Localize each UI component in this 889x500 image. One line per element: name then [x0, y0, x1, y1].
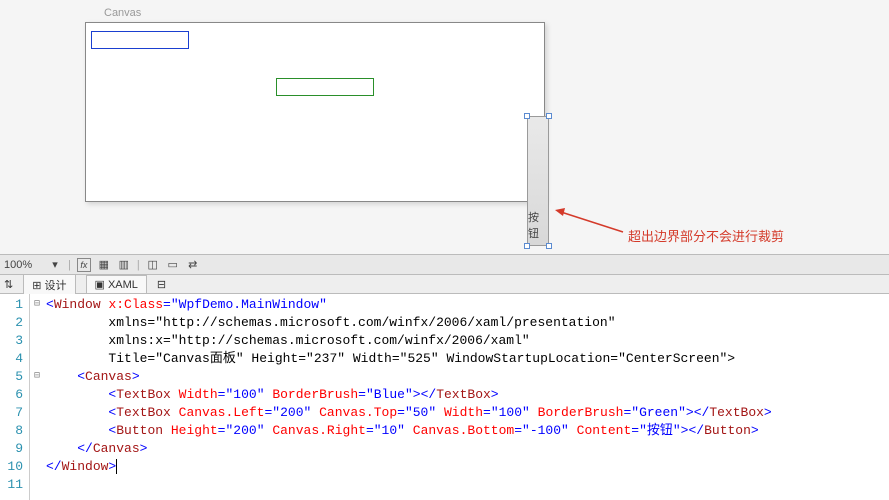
textbox-green[interactable]: [276, 78, 374, 96]
overflow-button[interactable]: 按钮: [527, 116, 549, 246]
separator: |: [68, 259, 71, 271]
resize-handle-icon[interactable]: [546, 243, 552, 249]
line-gutter: 1234567891011: [0, 294, 30, 500]
grid-icon[interactable]: ▦: [97, 258, 111, 272]
tab-xaml-label: XAML: [108, 279, 138, 291]
zoom-level[interactable]: 100%: [4, 259, 42, 271]
textbox-blue[interactable]: [91, 31, 189, 49]
button-content: 按钮: [528, 209, 548, 241]
collapse-icon[interactable]: ⊟: [157, 278, 166, 291]
arrows-icon[interactable]: ⇄: [186, 258, 200, 272]
designer-toolbar: 100% ▾ | fx ▦ ▥ | ◫ ▭ ⇄: [0, 254, 889, 274]
resize-handle-icon[interactable]: [524, 113, 530, 119]
resize-handle-icon[interactable]: [524, 243, 530, 249]
tab-design[interactable]: ⊞ 设计: [23, 274, 75, 295]
separator: |: [137, 259, 140, 271]
grid2-icon[interactable]: ▥: [117, 258, 131, 272]
tab-xaml[interactable]: ▣ XAML: [86, 275, 147, 293]
canvas-label: Canvas: [104, 7, 141, 19]
annotation-arrow-icon: [555, 206, 625, 234]
fx-icon[interactable]: fx: [77, 258, 91, 272]
snap2-icon[interactable]: ▭: [166, 258, 180, 272]
tab-design-label: 设计: [45, 280, 67, 292]
design-window[interactable]: [85, 22, 545, 202]
split-tab-row: ⇅ ⊞ 设计 ▣ XAML ⊟: [0, 274, 889, 294]
designer-surface[interactable]: Canvas 按钮 超出边界部分不会进行裁剪: [0, 0, 889, 254]
code-editor[interactable]: 1234567891011 ⊟ ⊟ <Window x:Class="WpfDe…: [0, 294, 889, 500]
fold-gutter[interactable]: ⊟ ⊟: [30, 294, 44, 500]
swap-panes-icon[interactable]: ⇅: [4, 278, 13, 291]
resize-handle-icon[interactable]: [546, 113, 552, 119]
chevron-down-icon[interactable]: ▾: [48, 258, 62, 272]
code-content[interactable]: <Window x:Class="WpfDemo.MainWindow" xml…: [44, 294, 889, 500]
annotation-text: 超出边界部分不会进行裁剪: [628, 226, 784, 245]
snap-icon[interactable]: ◫: [146, 258, 160, 272]
